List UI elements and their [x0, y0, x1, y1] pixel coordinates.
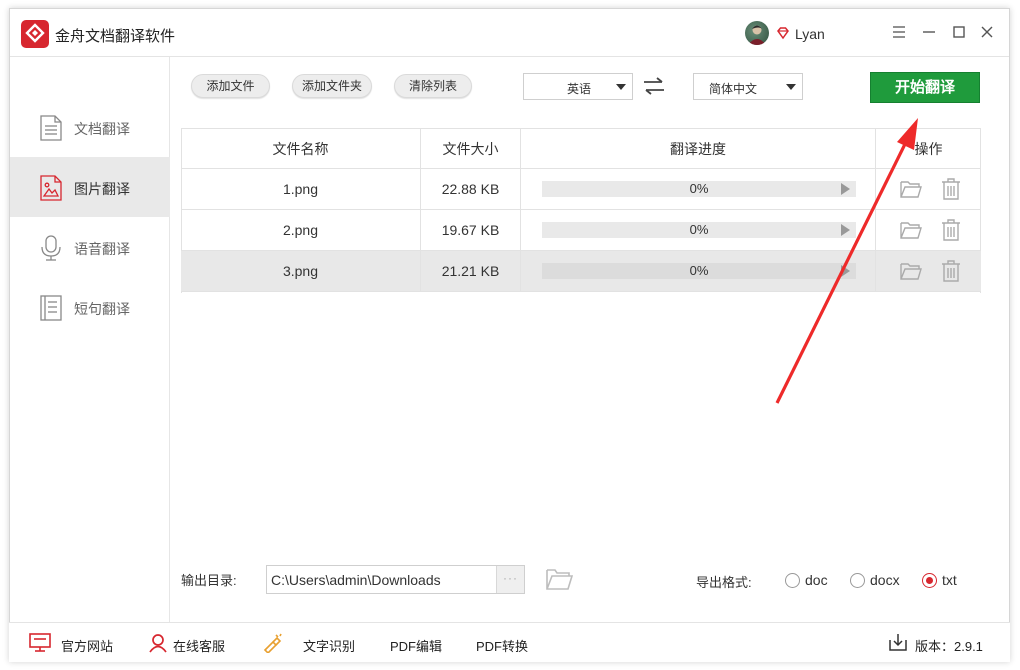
close-icon[interactable]: [978, 23, 996, 41]
output-dir-value: C:\Users\admin\Downloads: [271, 572, 441, 588]
format-radio-docx[interactable]: [850, 573, 865, 588]
start-translate-button[interactable]: 开始翻译: [870, 72, 980, 103]
output-dir-label: 输出目录:: [181, 573, 237, 588]
target-language-select[interactable]: 简体中文: [693, 73, 803, 100]
sidebar-item-label: 短句翻译: [74, 301, 130, 317]
title-bar: 金舟文档翻译软件 Lyan: [10, 9, 1009, 57]
footer-pdf-convert-link[interactable]: PDF转换: [476, 636, 528, 655]
image-icon: [38, 174, 64, 202]
file-name: 1.png: [181, 169, 421, 209]
open-folder-icon[interactable]: [900, 220, 922, 240]
avatar[interactable]: [745, 21, 769, 45]
play-icon[interactable]: [841, 183, 850, 195]
progress-bar: 0%: [542, 263, 856, 279]
format-label-doc[interactable]: doc: [805, 572, 828, 588]
format-label-txt[interactable]: txt: [942, 572, 957, 588]
maximize-icon[interactable]: [950, 23, 968, 41]
progress-bar: 0%: [542, 181, 856, 197]
footer-pdf-edit-link[interactable]: PDF编辑: [390, 636, 442, 655]
download-icon[interactable]: [888, 632, 910, 652]
file-size: 19.67 KB: [421, 210, 521, 250]
output-dir-field[interactable]: C:\Users\admin\Downloads ···: [266, 565, 525, 594]
open-folder-icon[interactable]: [900, 179, 922, 199]
open-output-folder-icon[interactable]: [545, 566, 574, 592]
table-row[interactable]: 3.png 21.21 KB 0%: [181, 251, 981, 292]
target-language-value: 简体中文: [708, 82, 757, 96]
progress-text: 0%: [689, 263, 709, 278]
file-size: 21.21 KB: [421, 251, 521, 291]
header-file-name: 文件名称: [181, 129, 421, 169]
add-folder-button[interactable]: 添加文件夹: [292, 74, 372, 98]
sidebar-item-sentence-translate[interactable]: 短句翻译: [10, 277, 170, 337]
text-lines-icon: [38, 294, 64, 322]
progress-text: 0%: [689, 181, 709, 196]
header-actions: 操作: [914, 141, 943, 157]
sidebar-item-label: 语音翻译: [74, 241, 130, 257]
source-language-select[interactable]: 英语: [523, 73, 633, 100]
chevron-down-icon: [616, 84, 626, 90]
actions-cell: [876, 251, 981, 291]
version-text: 版本：2.9.1: [915, 639, 983, 654]
customer-service-icon: [147, 633, 169, 653]
actions-cell: [876, 169, 981, 209]
minimize-icon[interactable]: [920, 23, 938, 41]
progress-bar: 0%: [542, 222, 856, 238]
play-icon[interactable]: [841, 265, 850, 277]
sidebar-item-document-translate[interactable]: 文档翻译: [10, 97, 170, 157]
export-format-label: 导出格式:: [696, 575, 752, 590]
delete-icon[interactable]: [941, 178, 961, 200]
table-row[interactable]: 2.png 19.67 KB 0%: [181, 210, 981, 251]
menu-icon[interactable]: [890, 23, 908, 41]
app-logo-icon: [21, 20, 49, 48]
add-file-button[interactable]: 添加文件: [191, 74, 270, 98]
app-window: 金舟文档翻译软件 Lyan 文档翻译 图片翻译 语音翻译 短句翻译: [9, 8, 1010, 662]
username[interactable]: Lyan: [795, 26, 825, 42]
sidebar-item-label: 图片翻译: [74, 181, 130, 197]
actions-cell: [876, 210, 981, 250]
progress-text: 0%: [689, 222, 709, 237]
delete-icon[interactable]: [941, 219, 961, 241]
sidebar-item-label: 文档翻译: [74, 121, 130, 137]
header-file-size: 文件大小: [421, 129, 521, 169]
table-row[interactable]: 1.png 22.88 KB 0%: [181, 169, 981, 210]
sidebar-item-image-translate[interactable]: 图片翻译: [10, 157, 170, 217]
footer-ocr-label: 文字识别: [303, 639, 356, 654]
file-size: 22.88 KB: [421, 169, 521, 209]
file-name: 3.png: [181, 251, 421, 291]
format-label-docx[interactable]: docx: [870, 572, 900, 588]
format-radio-doc[interactable]: [785, 573, 800, 588]
sidebar-item-voice-translate[interactable]: 语音翻译: [10, 217, 170, 277]
ocr-icon: [261, 633, 283, 655]
table-header: 文件名称 文件大小 翻译进度 操作: [181, 128, 981, 169]
microphone-icon: [38, 234, 64, 262]
browse-dots-button[interactable]: ···: [496, 566, 524, 593]
clear-list-button[interactable]: 清除列表: [394, 74, 472, 98]
file-name: 2.png: [181, 210, 421, 250]
document-icon: [38, 114, 64, 142]
app-title: 金舟文档翻译软件: [55, 28, 176, 45]
chevron-down-icon: [786, 84, 796, 90]
swap-languages-icon[interactable]: [642, 76, 666, 96]
footer-bar: 官方网站 在线客服 文字识别 PDF编辑 PDF转换 版本：2.9.1: [9, 622, 1010, 662]
delete-icon[interactable]: [941, 260, 961, 282]
footer-website-label: 官方网站: [61, 639, 114, 654]
header-progress: 翻译进度: [521, 129, 876, 169]
open-folder-icon[interactable]: [900, 261, 922, 281]
format-radio-txt[interactable]: [922, 573, 937, 588]
vip-diamond-icon: [776, 26, 790, 40]
play-icon[interactable]: [841, 224, 850, 236]
footer-support-label: 在线客服: [173, 639, 226, 654]
monitor-icon: [29, 633, 51, 653]
sidebar: 文档翻译 图片翻译 语音翻译 短句翻译: [10, 57, 170, 623]
